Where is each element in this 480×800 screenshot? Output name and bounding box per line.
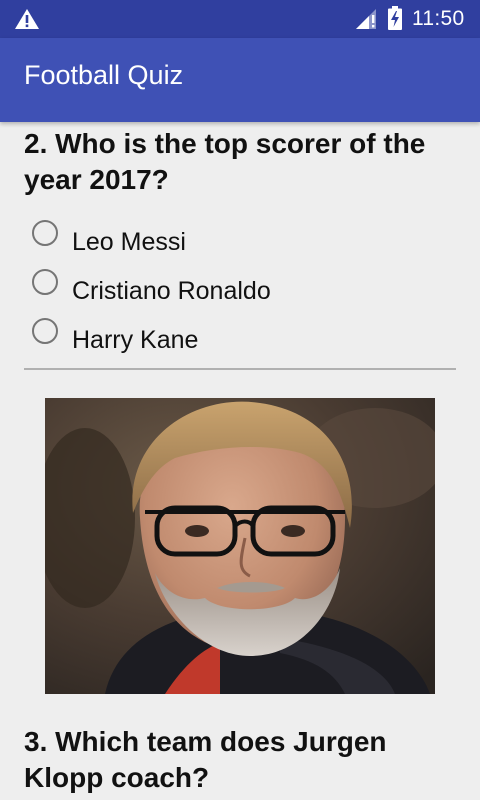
quiz-scroll-area[interactable]: 2. Who is the top scorer of the year 201… bbox=[0, 122, 480, 800]
question-2-text: 2. Who is the top scorer of the year 201… bbox=[24, 128, 426, 195]
option-label[interactable]: Harry Kane bbox=[72, 326, 198, 355]
question-3-text: 3. Which team does Jurgen Klopp coach? bbox=[24, 726, 387, 793]
radio-button[interactable] bbox=[32, 318, 58, 344]
battery-charging-icon bbox=[388, 6, 402, 30]
signal-icon bbox=[356, 9, 376, 29]
coach-photo bbox=[45, 398, 435, 694]
status-time: 11:50 bbox=[412, 7, 465, 30]
coach-portrait-image bbox=[45, 398, 435, 694]
app-bar: Football Quiz bbox=[0, 38, 480, 122]
divider bbox=[24, 368, 456, 370]
radio-button[interactable] bbox=[32, 220, 58, 246]
option-label[interactable]: Cristiano Ronaldo bbox=[72, 277, 271, 306]
option-harry-kane[interactable]: Harry Kane bbox=[32, 318, 452, 358]
app-title: Football Quiz bbox=[24, 60, 184, 90]
warning-icon bbox=[15, 9, 39, 29]
option-label[interactable]: Leo Messi bbox=[72, 228, 186, 257]
radio-button[interactable] bbox=[32, 269, 58, 295]
option-leo-messi[interactable]: Leo Messi bbox=[32, 220, 452, 260]
option-cristiano-ronaldo[interactable]: Cristiano Ronaldo bbox=[32, 269, 452, 309]
status-bar: 11:50 bbox=[0, 0, 480, 38]
